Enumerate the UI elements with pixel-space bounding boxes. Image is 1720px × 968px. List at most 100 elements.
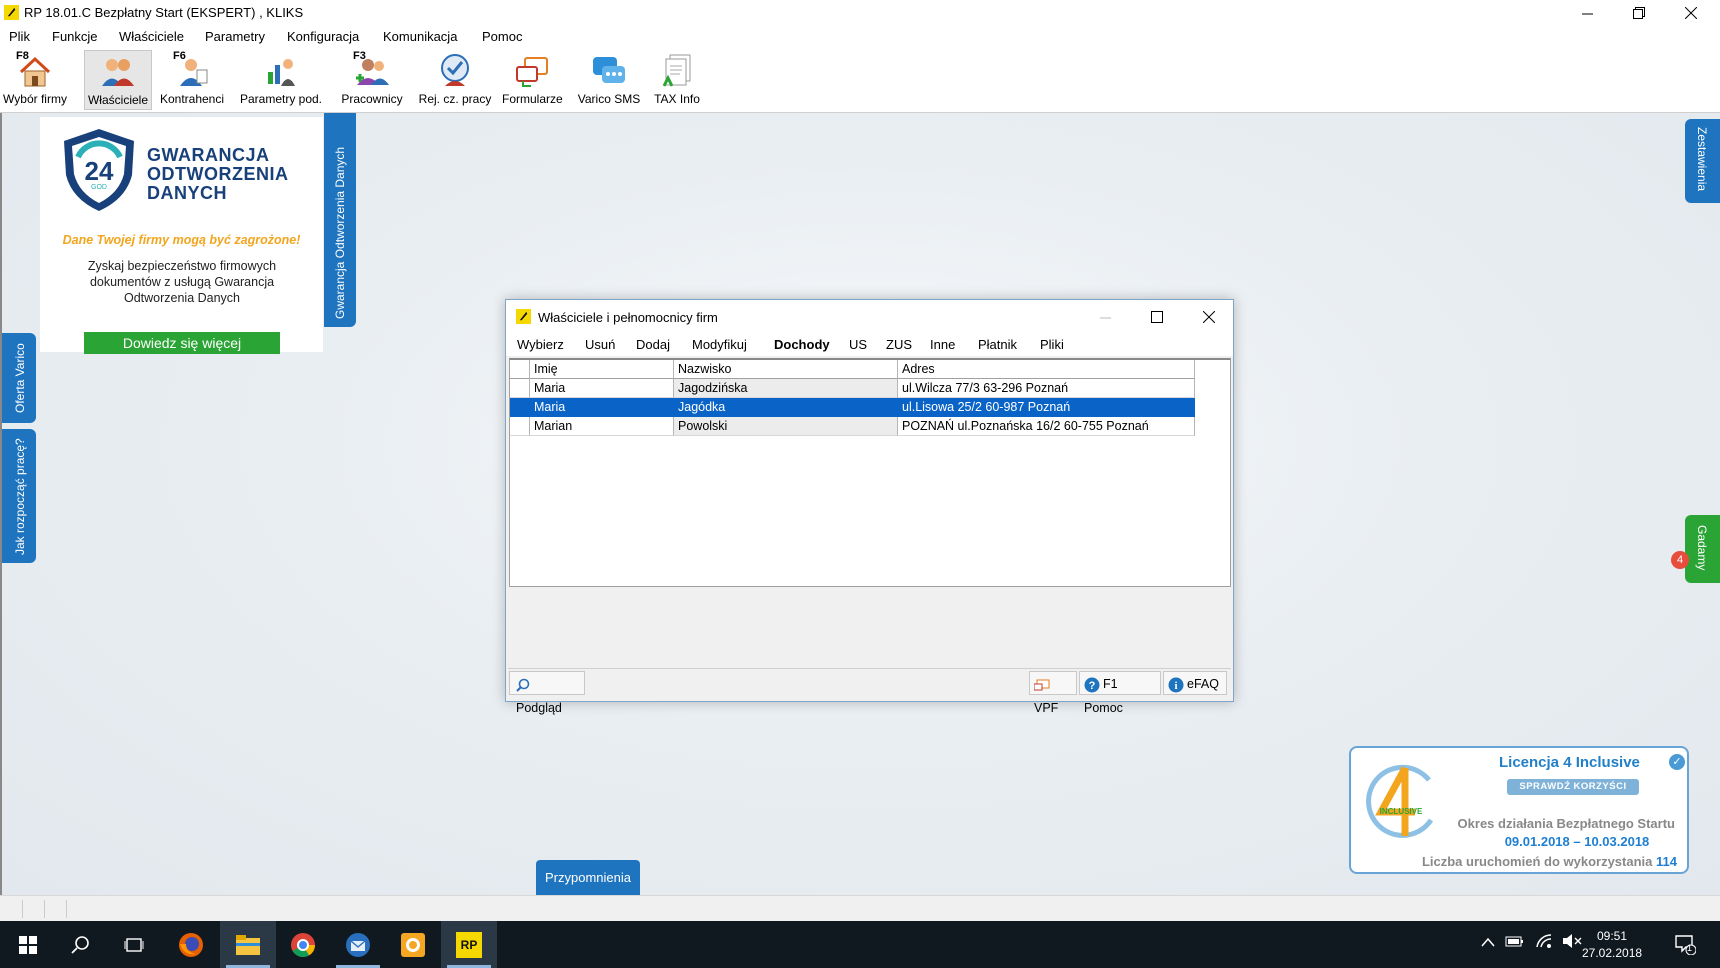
dialog-menu-pliki[interactable]: Pliki — [1040, 337, 1064, 352]
tab-gadamy[interactable]: Gadamy — [1685, 515, 1720, 583]
owners-table[interactable]: Imię Nazwisko Adres Maria Jagodzińska ul… — [509, 358, 1231, 587]
column-header-nazwisko[interactable]: Nazwisko — [674, 360, 898, 379]
license-title: Licencja 4 Inclusive — [1499, 754, 1640, 771]
tab-oferta-varico[interactable]: Oferta Varico — [2, 333, 36, 423]
window-title: RP 18.01.C Bezpłatny Start (EKSPERT) , K… — [24, 5, 304, 20]
row-indicator — [510, 398, 530, 417]
column-header-imie[interactable]: Imię — [530, 360, 674, 379]
tab-gwarancja[interactable]: Gwarancja Odtworzenia Danych — [324, 113, 356, 327]
thunderbird-button[interactable] — [330, 921, 386, 968]
menu-wlasciciele[interactable]: Właściciele — [119, 29, 184, 44]
tab-jak-rozpoczac[interactable]: Jak rozpocząć pracę? — [2, 429, 36, 563]
menu-pomoc[interactable]: Pomoc — [482, 29, 522, 44]
dialog-menu-modyfikuj[interactable]: Modyfikuj — [692, 337, 747, 352]
license-period: 09.01.2018 – 10.03.2018 — [1504, 834, 1650, 849]
menu-funkcje[interactable]: Funkcje — [52, 29, 98, 44]
vpf-button[interactable]: VPF — [1029, 671, 1077, 715]
toolbar: F8 Wybór firmy Właściciele F6 Kontrahenc… — [0, 48, 1720, 113]
dialog-menu-us[interactable]: US — [849, 337, 867, 352]
license-launches: Liczba uruchomień do wykorzystania 114 — [1422, 854, 1677, 869]
dialog-menu-platnik[interactable]: Płatnik — [978, 337, 1017, 352]
table-row[interactable]: Marian Powolski POZNAŃ ul.Poznańska 16/2… — [510, 417, 1195, 436]
data-recovery-ad: 24 GOD GWARANCJA ODTWORZENIA DANYCH Dane… — [40, 117, 323, 354]
toolbar-rej-cz-pracy[interactable]: Rej. cz. pracy — [416, 50, 494, 108]
cell-imie: Maria — [530, 379, 674, 398]
dialog-menu-dochody[interactable]: Dochody — [774, 337, 830, 352]
table-row[interactable]: Maria Jagodzińska ul.Wilcza 77/3 63-296 … — [510, 379, 1195, 398]
dialog-minimize-button[interactable] — [1080, 300, 1130, 334]
dialog-menu-usun[interactable]: Usuń — [585, 337, 615, 352]
magnifier-icon — [516, 678, 530, 692]
menu-parametry[interactable]: Parametry — [205, 29, 265, 44]
task-view-button[interactable] — [106, 921, 162, 968]
gadamy-notification-badge: 4 — [1671, 551, 1689, 569]
toolbar-label: Pracownicy — [341, 92, 403, 106]
license-panel: INCLUSIVE Licencja 4 Inclusive ✓ SPRAWDŹ… — [1349, 746, 1689, 874]
dialog-close-button[interactable] — [1184, 300, 1234, 334]
badge-sub: GOD — [91, 184, 107, 191]
reminders-tab[interactable]: Przypomnienia — [536, 860, 640, 895]
preview-button[interactable]: Podgląd — [509, 671, 585, 715]
check-icon: ✓ — [1669, 754, 1685, 770]
toolbar-formularze[interactable]: Formularze — [502, 50, 563, 108]
close-button[interactable] — [1666, 0, 1716, 26]
learn-more-button[interactable]: Dowiedz się więcej — [84, 332, 280, 354]
file-explorer-button[interactable] — [220, 921, 276, 968]
tab-gadamy-label: Gadamy — [1695, 525, 1709, 571]
toolbar-pracownicy[interactable]: F3 Pracownicy — [338, 50, 406, 108]
toolbar-kontrahenci[interactable]: F6 Kontrahenci — [158, 50, 226, 108]
tray-overflow-icon[interactable] — [1481, 935, 1495, 950]
column-header-adres[interactable]: Adres — [898, 360, 1195, 379]
menu-plik[interactable]: Plik — [9, 29, 30, 44]
tab-zestawienia[interactable]: Zestawienia — [1685, 119, 1720, 203]
clock-date: 27.02.2018 — [1582, 946, 1643, 960]
volume-muted-icon[interactable] — [1562, 933, 1582, 952]
dialog-title: Właściciele i pełnomocnicy firm — [538, 310, 718, 325]
dialog-menu-dodaj[interactable]: Dodaj — [636, 337, 670, 352]
toolbar-varico-sms[interactable]: Varico SMS — [574, 50, 644, 108]
ad-brand-line3: DANYCH — [147, 183, 228, 203]
dialog-menu-inne[interactable]: Inne — [930, 337, 955, 352]
help-icon: ? — [1084, 677, 1100, 693]
forms-icon — [516, 57, 548, 87]
minimize-button[interactable] — [1562, 0, 1612, 26]
action-center-button[interactable]: 1 — [1674, 933, 1697, 958]
toolbar-tax-info[interactable]: TAX Info — [650, 50, 704, 108]
efaq-button[interactable]: i eFAQ — [1163, 671, 1227, 695]
store-button[interactable] — [385, 921, 441, 968]
title-bar: RP 18.01.C Bezpłatny Start (EKSPERT) , K… — [0, 0, 1720, 26]
tab-oferta-label: Oferta Varico — [13, 343, 27, 413]
menu-konfiguracja[interactable]: Konfiguracja — [287, 29, 359, 44]
badge-number: 24 — [85, 156, 114, 186]
toolbar-parametry-pod[interactable]: Parametry pod. — [238, 50, 324, 108]
action-center-icon — [1675, 935, 1697, 956]
tab-zestawienia-label: Zestawienia — [1695, 127, 1709, 192]
toolbar-wlasciciele[interactable]: Właściciele — [84, 50, 152, 110]
search-icon — [71, 935, 89, 954]
search-button[interactable] — [52, 921, 108, 968]
table-row-selected[interactable]: Maria Jagódka ul.Lisowa 25/2 60-987 Pozn… — [510, 398, 1195, 417]
check-benefits-button[interactable]: SPRAWDŹ KORZYŚCI — [1507, 779, 1639, 795]
restore-button[interactable] — [1614, 0, 1664, 26]
dialog-menu-zus[interactable]: ZUS — [886, 337, 912, 352]
firefox-button[interactable] — [163, 921, 219, 968]
start-button[interactable] — [0, 921, 56, 968]
toolbar-label: Wybór firmy — [3, 92, 67, 106]
toolbar-wybor-firmy[interactable]: F8 Wybór firmy — [2, 50, 68, 108]
cell-adres: POZNAŃ ul.Poznańska 16/2 60-755 Poznań — [898, 417, 1195, 436]
app-logo-icon — [4, 5, 19, 20]
chrome-button[interactable] — [275, 921, 331, 968]
preview-label: Podgląd — [516, 701, 562, 715]
dialog-menu-wybierz[interactable]: Wybierz — [517, 337, 564, 352]
battery-icon[interactable] — [1505, 935, 1525, 950]
clock-time: 09:51 — [1596, 929, 1628, 943]
rp-app-button[interactable]: RP — [441, 921, 497, 968]
toolbar-label: TAX Info — [654, 92, 700, 106]
menu-komunikacja[interactable]: Komunikacja — [383, 29, 457, 44]
shield-24-icon: 24 GOD — [64, 129, 134, 211]
clock[interactable]: 09:51 27.02.2018 — [1582, 928, 1642, 962]
network-icon[interactable] — [1535, 933, 1553, 952]
help-button[interactable]: ? F1 Pomoc — [1079, 671, 1161, 715]
info-icon: i — [1168, 677, 1184, 693]
dialog-maximize-button[interactable] — [1132, 300, 1182, 334]
